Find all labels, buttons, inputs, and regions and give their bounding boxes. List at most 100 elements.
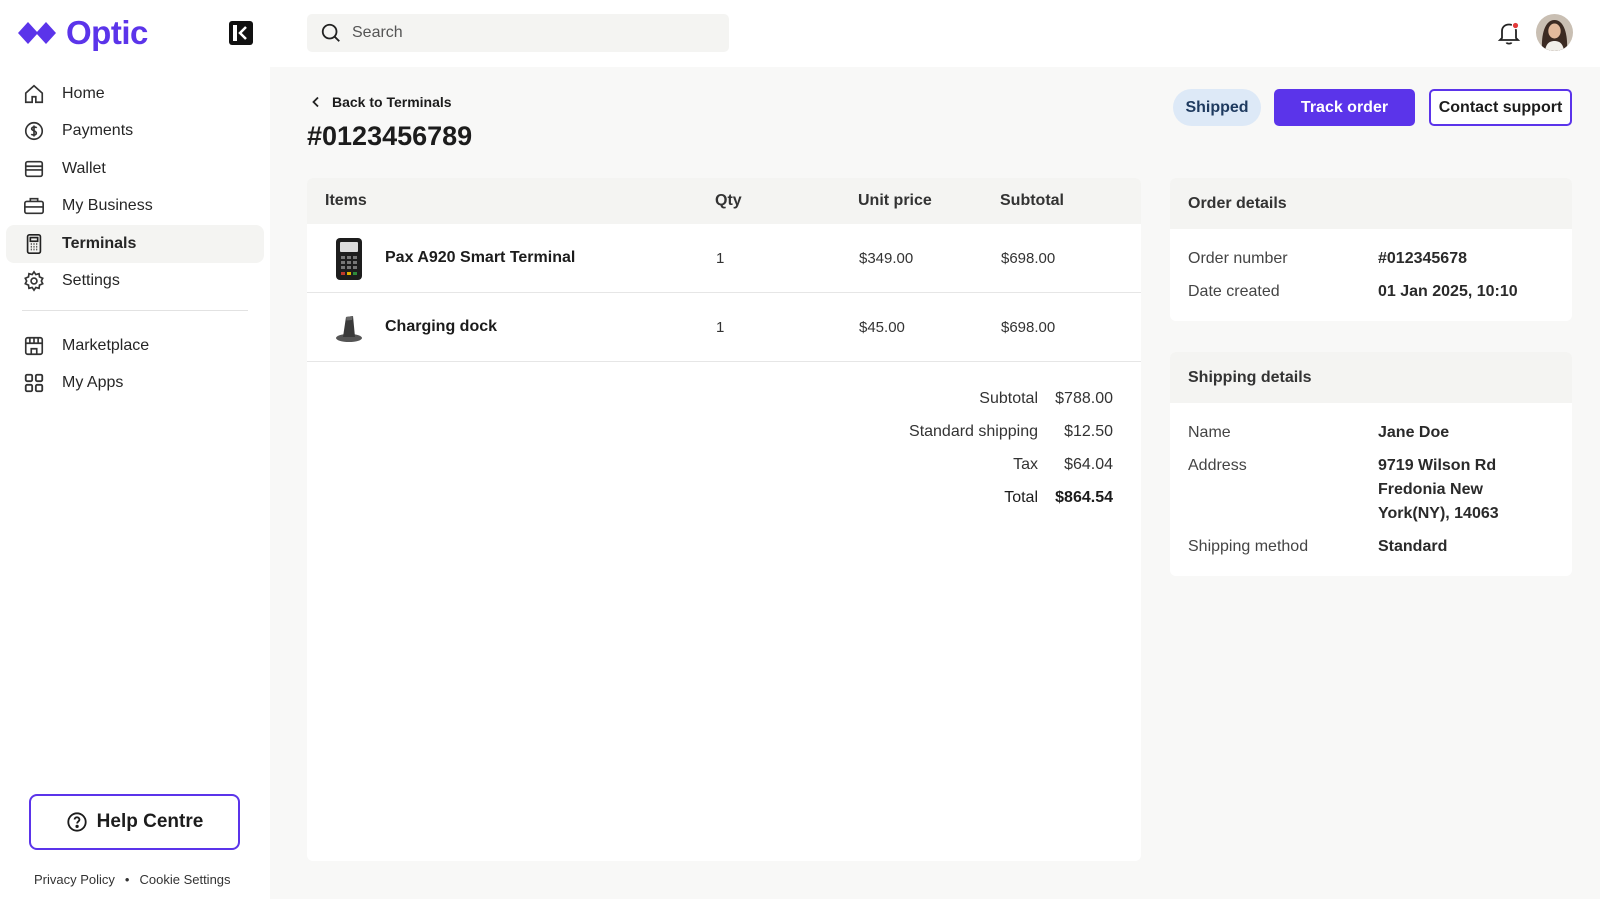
product-thumbnail [325, 305, 372, 350]
sidebar-item-label: Wallet [62, 159, 106, 177]
collapse-icon [229, 21, 253, 45]
collapse-sidebar-button[interactable] [228, 20, 254, 46]
avatar-image [1536, 14, 1573, 51]
total-label: Total [1004, 489, 1038, 506]
product-unit-price: $45.00 [859, 318, 905, 336]
help-centre-label: Help Centre [96, 811, 204, 832]
name-row: Name Jane Doe [1188, 421, 1554, 445]
contact-support-button[interactable]: Contact support [1429, 89, 1572, 126]
track-order-button[interactable]: Track order [1274, 89, 1415, 126]
chevron-left-icon [312, 96, 319, 108]
user-avatar[interactable] [1536, 14, 1573, 51]
column-header-unit-price: Unit price [858, 192, 932, 209]
detail-label: Date created [1188, 283, 1280, 300]
optic-logo-icon [18, 22, 56, 44]
shipping-details-body: Name Jane Doe Address 9719 Wilson Rd Fre… [1170, 403, 1572, 576]
shipping-details-title: Shipping details [1170, 352, 1572, 403]
apps-grid-icon [24, 374, 44, 393]
product-subtotal: $698.00 [1001, 249, 1056, 267]
detail-value: 01 Jan 2025, 10:10 [1378, 283, 1518, 300]
total-label: Subtotal [979, 390, 1038, 407]
order-totals: Subtotal $788.00 Standard shipping $12.5… [307, 384, 1141, 516]
sidebar-item-label: Payments [62, 122, 134, 140]
nav-divider [22, 310, 248, 311]
order-details-title: Order details [1170, 178, 1572, 229]
product-name: Charging dock [385, 318, 498, 335]
shipping-method-row: Shipping method Standard [1188, 535, 1554, 559]
sidebar-item-label: Settings [62, 272, 120, 290]
total-label: Tax [1013, 456, 1038, 473]
sidebar-item-wallet[interactable]: Wallet [6, 150, 264, 188]
payment-terminal-image [335, 237, 362, 280]
briefcase-icon [24, 198, 44, 215]
order-number-row: Order number #012345678 [1188, 247, 1554, 271]
dollar-icon [24, 122, 44, 141]
wallet-icon [24, 160, 44, 177]
page-title: #0123456789 [307, 121, 473, 151]
sidebar-item-label: My Business [62, 197, 153, 215]
help-icon [67, 812, 87, 832]
total-label: Standard shipping [909, 423, 1038, 440]
sidebar-item-label: Terminals [62, 234, 137, 252]
gear-icon [24, 270, 44, 292]
shipping-details-card: Shipping details Name Jane Doe Address 9… [1170, 352, 1572, 576]
product-subtotal: $698.00 [1001, 318, 1056, 336]
product-qty: 1 [716, 318, 725, 336]
footer-separator: • [124, 872, 130, 887]
column-header-subtotal: Subtotal [1000, 192, 1064, 209]
sidebar-nav: Home Payments Wallet My Business Termina… [6, 75, 264, 402]
search-input[interactable] [352, 24, 712, 42]
sidebar-item-home[interactable]: Home [6, 75, 264, 113]
sidebar-item-marketplace[interactable]: Marketplace [6, 327, 264, 365]
home-icon [24, 84, 44, 103]
back-to-terminals-link[interactable]: Back to Terminals [310, 94, 452, 110]
detail-value: 9719 Wilson Rd Fredonia New York(NY), 14… [1378, 457, 1499, 522]
sidebar-item-payments[interactable]: Payments [6, 113, 264, 151]
detail-label: Name [1188, 424, 1231, 441]
search-icon [321, 23, 340, 42]
sidebar-item-settings[interactable]: Settings [6, 263, 264, 301]
detail-value: #012345678 [1378, 250, 1467, 267]
main-content: Back to Terminals #0123456789 Shipped Tr… [270, 67, 1600, 899]
store-icon [24, 336, 44, 355]
sidebar-item-label: Marketplace [62, 336, 150, 354]
product-unit-price: $349.00 [859, 249, 914, 267]
order-items-card: Items Qty Unit price Subtotal Pax A920 S… [307, 178, 1141, 861]
search-box[interactable] [307, 14, 729, 52]
subtotal-row: Subtotal $788.00 [307, 384, 1141, 417]
privacy-policy-link[interactable]: Privacy Policy [34, 872, 115, 887]
sidebar-item-my-apps[interactable]: My Apps [6, 365, 264, 403]
product-qty: 1 [716, 249, 725, 267]
product-thumbnail [325, 236, 372, 281]
tax-row: Tax $64.04 [307, 450, 1141, 483]
total-value: $64.04 [1064, 456, 1113, 473]
total-value: $12.50 [1064, 423, 1113, 440]
notifications-button[interactable] [1495, 19, 1523, 47]
sidebar: Optic Home Payments Wallet My Business T… [0, 0, 270, 899]
charging-dock-image [335, 315, 362, 342]
help-centre-button[interactable]: Help Centre [29, 794, 240, 850]
grand-total-row: Total $864.54 [307, 483, 1141, 516]
order-details-body: Order number #012345678 Date created 01 … [1170, 229, 1572, 321]
topbar [270, 0, 1600, 67]
total-value: $788.00 [1055, 390, 1113, 407]
order-details-card: Order details Order number #012345678 Da… [1170, 178, 1572, 321]
product-name: Pax A920 Smart Terminal [385, 249, 576, 266]
detail-value: Jane Doe [1378, 424, 1450, 441]
bell-icon [1497, 21, 1521, 45]
back-label: Back to Terminals [332, 94, 452, 110]
table-row[interactable]: Pax A920 Smart Terminal 1 $349.00 $698.0… [307, 224, 1141, 293]
brand-logo[interactable]: Optic [18, 14, 148, 52]
shipping-row: Standard shipping $12.50 [307, 417, 1141, 450]
address-row: Address 9719 Wilson Rd Fredonia New York… [1188, 454, 1554, 526]
sidebar-item-terminals[interactable]: Terminals [6, 225, 264, 263]
items-table-header: Items Qty Unit price Subtotal [307, 178, 1141, 224]
table-row[interactable]: Charging dock 1 $45.00 $698.00 [307, 293, 1141, 362]
brand-name: Optic [66, 14, 148, 51]
date-created-row: Date created 01 Jan 2025, 10:10 [1188, 280, 1554, 304]
terminal-icon [26, 233, 42, 254]
detail-label: Order number [1188, 250, 1288, 267]
footer-links: Privacy Policy • Cookie Settings [34, 872, 231, 887]
cookie-settings-link[interactable]: Cookie Settings [139, 872, 230, 887]
sidebar-item-my-business[interactable]: My Business [6, 188, 264, 226]
